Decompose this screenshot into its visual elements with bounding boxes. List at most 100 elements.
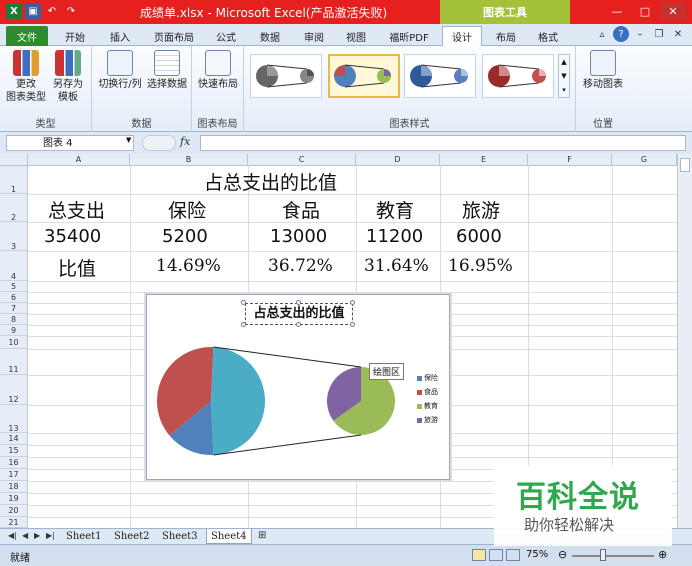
chart-style-4[interactable]	[482, 54, 554, 98]
legend-entry[interactable]: 保险	[417, 373, 438, 383]
cell[interactable]: 旅游	[462, 196, 500, 223]
change-chart-type-button[interactable]: 更改 图表类型	[6, 50, 46, 104]
row-header[interactable]: 20	[0, 505, 28, 517]
column-header[interactable]: B	[130, 154, 248, 166]
cell[interactable]: 14.69%	[156, 256, 221, 276]
tab-file[interactable]: 文件	[6, 26, 48, 46]
row-header[interactable]: 13	[0, 405, 28, 433]
sheet-title-cell[interactable]: 占总支出的比值	[204, 168, 337, 195]
styles-scroll[interactable]: ▲ ▼ ▾	[558, 54, 570, 98]
chart-style-2[interactable]	[328, 54, 400, 98]
move-chart-button[interactable]: 移动图表	[580, 50, 626, 91]
close-icon[interactable]: ✕	[670, 26, 686, 42]
quick-layout-button[interactable]: 快速布局	[194, 50, 242, 91]
zoom-in-icon[interactable]: ⊕	[658, 548, 667, 561]
cell[interactable]: 16.95%	[448, 256, 513, 276]
cell[interactable]: 6000	[456, 226, 502, 247]
cell[interactable]: 食品	[282, 196, 320, 223]
row-header[interactable]: 21	[0, 517, 28, 528]
first-sheet-icon[interactable]: ◀|	[8, 531, 17, 540]
row-header[interactable]: 2	[0, 194, 28, 222]
normal-view-icon[interactable]	[472, 549, 486, 561]
pie-of-pie-chart[interactable]: 占总支出的比值 绘图区 保险 食品 教育 旅游	[146, 294, 450, 480]
chevron-down-icon[interactable]: ▼	[126, 136, 131, 144]
column-header[interactable]: G	[612, 154, 677, 166]
tab-view[interactable]: 视图	[336, 26, 376, 46]
column-header[interactable]: E	[440, 154, 528, 166]
page-break-view-icon[interactable]	[506, 549, 520, 561]
switch-row-column-button[interactable]: 切换行/列	[96, 50, 144, 91]
row-header[interactable]: 4	[0, 251, 28, 281]
row-header[interactable]: 9	[0, 325, 28, 336]
cell[interactable]: 5200	[162, 226, 208, 247]
minimize-icon[interactable]: —	[604, 2, 630, 20]
row-header[interactable]: 19	[0, 493, 28, 505]
name-box[interactable]: 图表 4	[6, 135, 134, 151]
prev-sheet-icon[interactable]: ◀	[22, 531, 28, 540]
row-header[interactable]: 10	[0, 336, 28, 349]
legend-entry[interactable]: 旅游	[417, 415, 438, 425]
cell[interactable]: 教育	[376, 196, 414, 223]
sheet-tab[interactable]: Sheet2	[110, 529, 154, 544]
row-header[interactable]: 14	[0, 433, 28, 445]
select-all-corner[interactable]	[0, 154, 28, 166]
row-header[interactable]: 6	[0, 292, 28, 303]
sheet-tab[interactable]: Sheet1	[62, 529, 106, 544]
formula-input[interactable]	[200, 135, 686, 151]
tab-review[interactable]: 审阅	[294, 26, 334, 46]
tab-design[interactable]: 设计	[442, 26, 482, 46]
vertical-scrollbar[interactable]	[677, 154, 692, 528]
cell[interactable]: 总支出	[48, 196, 105, 223]
legend-entry[interactable]: 教育	[417, 401, 438, 411]
chart-style-3[interactable]	[404, 54, 476, 98]
row-header[interactable]: 3	[0, 222, 28, 251]
restore-icon[interactable]: ❐	[651, 26, 667, 42]
help-icon[interactable]: ?	[613, 26, 629, 42]
undo-icon[interactable]: ↶	[44, 3, 60, 19]
column-header[interactable]: F	[528, 154, 612, 166]
row-header[interactable]: 8	[0, 314, 28, 325]
select-data-button[interactable]: 选择数据	[144, 50, 190, 91]
maximize-icon[interactable]: □	[632, 2, 658, 20]
row-header[interactable]: 11	[0, 349, 28, 375]
tab-formulas[interactable]: 公式	[206, 26, 246, 46]
sheet-tab[interactable]: Sheet3	[158, 529, 202, 544]
tab-layout[interactable]: 布局	[486, 26, 526, 46]
scroll-thumb[interactable]	[680, 158, 690, 172]
chart-style-1[interactable]	[250, 54, 322, 98]
zoom-out-icon[interactable]: ⊖	[558, 548, 567, 561]
cell[interactable]: 36.72%	[268, 256, 333, 276]
row-header[interactable]: 12	[0, 375, 28, 405]
column-header[interactable]: C	[248, 154, 356, 166]
row-header[interactable]: 7	[0, 303, 28, 314]
tab-foxit-pdf[interactable]: 福昕PDF	[380, 26, 438, 46]
row-header[interactable]: 5	[0, 281, 28, 292]
minimize-icon[interactable]: –	[632, 26, 648, 42]
next-sheet-icon[interactable]: ▶	[34, 531, 40, 540]
tab-format[interactable]: 格式	[528, 26, 568, 46]
row-header[interactable]: 16	[0, 457, 28, 469]
insert-sheet-icon[interactable]: ⊞	[258, 530, 266, 541]
page-layout-view-icon[interactable]	[489, 549, 503, 561]
tab-data[interactable]: 数据	[250, 26, 290, 46]
row-header[interactable]: 15	[0, 445, 28, 457]
plot-area[interactable]	[147, 295, 447, 475]
redo-icon[interactable]: ↷	[63, 3, 79, 19]
close-icon[interactable]: ✕	[660, 2, 686, 20]
zoom-slider-thumb[interactable]	[600, 549, 606, 561]
tab-insert[interactable]: 插入	[100, 26, 140, 46]
cell[interactable]: 31.64%	[364, 256, 429, 276]
sheet-tab-active[interactable]: Sheet4	[206, 529, 252, 544]
cell[interactable]: 比值	[58, 254, 96, 281]
zoom-slider[interactable]	[572, 555, 654, 557]
save-as-template-button[interactable]: 另存为 模板	[48, 50, 88, 104]
tab-home[interactable]: 开始	[54, 26, 96, 46]
cell[interactable]: 保险	[168, 196, 206, 223]
row-header[interactable]: 1	[0, 166, 28, 194]
insert-function-button[interactable]: fx	[180, 135, 200, 151]
excel-icon[interactable]: X	[6, 3, 22, 19]
cell[interactable]: 13000	[270, 226, 327, 247]
column-header[interactable]: A	[28, 154, 130, 166]
cell[interactable]: 35400	[44, 226, 101, 247]
legend-entry[interactable]: 食品	[417, 387, 438, 397]
